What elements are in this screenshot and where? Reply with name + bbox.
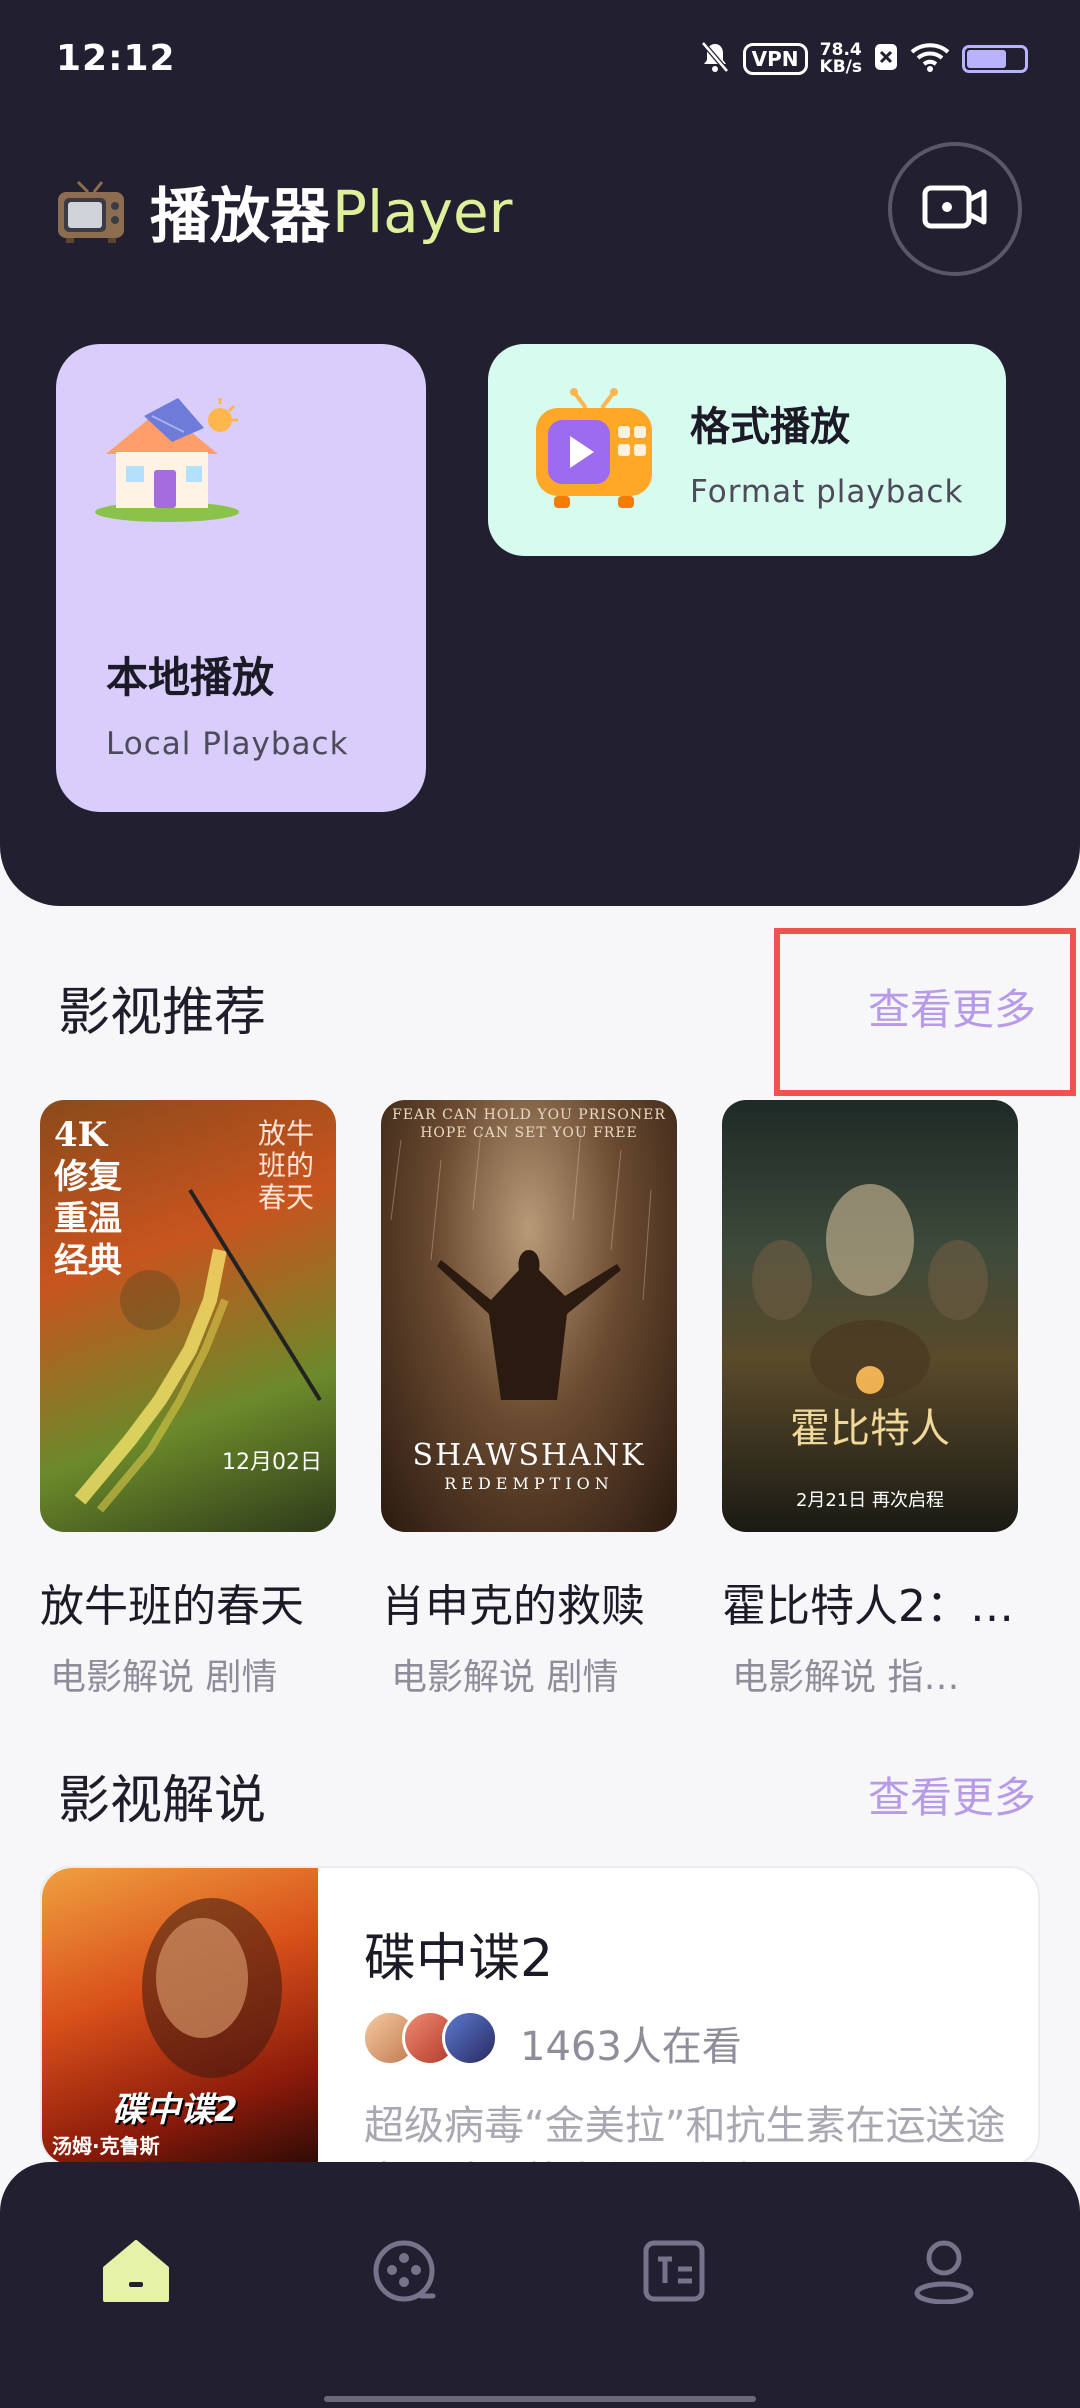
screen: 12:12 VPN 78.4 KB/s 播放器 Player 本地播放 Loca…	[0, 0, 1080, 2408]
document-icon	[642, 2239, 706, 2307]
net-speed: 78.4 KB/s	[820, 42, 862, 76]
local-playback-card[interactable]: 本地播放 Local Playback	[56, 344, 426, 812]
status-time: 12:12	[56, 38, 176, 79]
video-camera-icon	[922, 182, 988, 236]
wifi-icon	[910, 42, 950, 76]
commentary-poster: 碟中谍2 汤姆·克鲁斯	[42, 1868, 318, 2164]
movie-tags: 电影解说 指环王	[732, 1657, 982, 1698]
vpn-badge: VPN	[742, 43, 808, 75]
battery-icon	[962, 45, 1028, 73]
poster-title: 碟中谍2	[112, 2090, 238, 2130]
recommend-movie-list: 4K 修复 重温 经典 放牛班的春天 12月02日 放牛班的春天 电影解说 剧情	[40, 1100, 1080, 1698]
close-box-icon	[874, 43, 898, 75]
app-title: 播放器 Player	[56, 168, 513, 255]
movie-card[interactable]: FEAR CAN HOLD YOU PRISONER HOPE CAN SET …	[381, 1100, 677, 1700]
status-icons: VPN 78.4 KB/s	[699, 40, 1028, 78]
poster-side-title: 放牛班的春天	[257, 1117, 314, 1214]
movie-poster: 4K 修复 重温 经典 放牛班的春天 12月02日	[40, 1100, 336, 1532]
retro-tv-icon	[56, 180, 126, 244]
poster-actor: 汤姆·克鲁斯	[52, 2134, 160, 2158]
record-video-button[interactable]	[888, 142, 1022, 276]
app-title-cn: 播放器	[150, 182, 330, 252]
highlight-box	[774, 928, 1076, 1096]
mute-bell-icon	[699, 40, 731, 78]
bottom-nav	[0, 2162, 1080, 2408]
nav-articles[interactable]	[620, 2228, 728, 2318]
profile-icon	[912, 2238, 976, 2308]
poster-date: 12月02日	[222, 1450, 322, 1475]
avatar	[442, 2010, 498, 2066]
recommend-section-title: 影视推荐	[58, 983, 267, 1043]
poster-caption-line: 重温	[54, 1199, 122, 1239]
viewer-avatars	[362, 2010, 502, 2068]
poster-caption-line: 修复	[54, 1157, 122, 1197]
home-icon	[101, 2238, 171, 2308]
poster-title: 霍比特人	[790, 1406, 950, 1452]
nav-profile[interactable]	[890, 2228, 998, 2318]
poster-title: SHAWSHANK	[412, 1438, 646, 1473]
watching-count: 1463人在看	[520, 2024, 742, 2070]
movie-title: 霍比特人2：史矛革之战	[722, 1581, 1028, 1632]
house-icon	[92, 394, 242, 524]
nav-movies[interactable]	[350, 2228, 458, 2318]
poster-date: 2月21日 再次启程	[795, 1490, 945, 1511]
app-title-en: Player	[332, 177, 513, 246]
local-playback-title: 本地播放	[106, 653, 275, 702]
movie-poster: 霍比特人 2月21日 再次启程	[722, 1100, 1018, 1532]
header-panel: 12:12 VPN 78.4 KB/s 播放器 Player 本地播放 Loca…	[0, 0, 1080, 906]
movie-poster: FEAR CAN HOLD YOU PRISONER HOPE CAN SET …	[381, 1100, 677, 1532]
format-playback-subtitle: Format playback	[690, 474, 964, 510]
commentary-card[interactable]: 碟中谍2 汤姆·克鲁斯 碟中谍2 1463人在看 超级病毒“金美拉”和抗生素在运…	[40, 1866, 1040, 2166]
poster-caption: 4K 修复 重温 经典	[54, 1114, 122, 1282]
poster-caption-line: 经典	[54, 1241, 122, 1281]
film-reel-icon	[371, 2238, 437, 2308]
movie-title: 放牛班的春天	[40, 1581, 304, 1632]
battery-level	[967, 50, 1007, 68]
movie-title: 肖申克的救赎	[381, 1581, 645, 1632]
format-playback-title: 格式播放	[690, 404, 850, 450]
movie-card[interactable]: 4K 修复 重温 经典 放牛班的春天 12月02日 放牛班的春天 电影解说 剧情	[40, 1100, 336, 1700]
home-indicator[interactable]	[324, 2396, 756, 2402]
local-playback-subtitle: Local Playback	[106, 726, 349, 762]
poster-caption-line: 4K	[54, 1115, 108, 1155]
net-speed-unit: KB/s	[819, 57, 862, 77]
movie-tags: 电影解说 剧情	[391, 1657, 619, 1698]
nav-home[interactable]	[82, 2228, 190, 2318]
commentary-description: 超级病毒“金美拉”和抗生素在运送途中，被恶势力组织盗走……	[364, 2103, 1006, 2164]
commentary-section-title: 影视解说	[58, 1771, 267, 1831]
commentary-more-link[interactable]: 查看更多	[868, 1764, 1036, 1825]
movie-tags: 电影解说 剧情	[50, 1657, 278, 1698]
poster-tagline: FEAR CAN HOLD YOU PRISONER HOPE CAN SET …	[392, 1107, 666, 1141]
movie-card[interactable]: 霍比特人 2月21日 再次启程 霍比特人2：史矛革之战 电影解说 指环王	[722, 1100, 1028, 1700]
tv-play-icon	[534, 388, 654, 512]
status-bar: 12:12 VPN 78.4 KB/s	[0, 0, 1080, 120]
commentary-title: 碟中谍2	[364, 1929, 554, 1989]
poster-subtitle: REDEMPTION	[444, 1474, 614, 1493]
format-playback-card[interactable]: 格式播放 Format playback	[488, 344, 1006, 556]
